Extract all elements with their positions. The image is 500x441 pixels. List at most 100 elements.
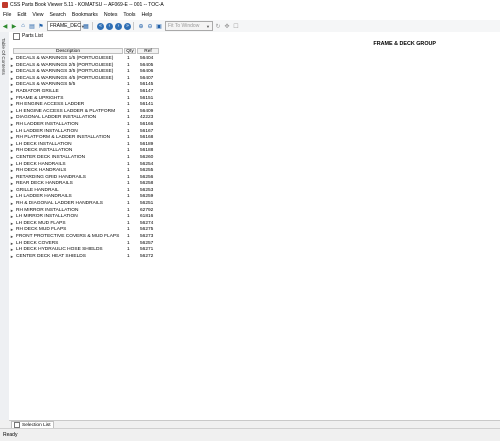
- expand-icon[interactable]: ►: [10, 241, 15, 246]
- menu-file[interactable]: File: [3, 12, 11, 18]
- row-ref: 56405: [140, 62, 154, 68]
- row-qty: 1: [127, 148, 130, 154]
- row-ref: 56259: [140, 194, 154, 200]
- expand-icon[interactable]: ►: [10, 169, 15, 173]
- table-row[interactable]: ► CENTER DECK HEAT SHIELDS 1 56272: [9, 254, 169, 261]
- expand-icon[interactable]: ►: [10, 136, 15, 140]
- menu-notes[interactable]: Notes: [104, 12, 118, 18]
- menu-search[interactable]: Search: [49, 12, 65, 18]
- column-header-ref[interactable]: Ref: [137, 48, 159, 54]
- table-row[interactable]: ► CENTER DECK INSTALLATION 1 56260: [9, 155, 169, 162]
- table-row[interactable]: ► RH & DIAGONAL LADDER HANDRAILS 1 56251: [9, 201, 169, 208]
- expand-icon[interactable]: ►: [10, 162, 15, 167]
- zoom-combo[interactable]: Fit To Window ▼: [165, 21, 213, 31]
- expand-icon[interactable]: ►: [10, 155, 15, 160]
- row-qty: 1: [127, 75, 130, 81]
- table-row[interactable]: ► RH PLATFORM & LADDER INSTALLATION 1 56168: [9, 135, 169, 142]
- expand-icon[interactable]: ►: [10, 129, 15, 134]
- row-ref: 56253: [140, 187, 154, 193]
- last-page-icon[interactable]: »: [124, 22, 131, 30]
- menu-view[interactable]: View: [32, 12, 43, 18]
- table-row[interactable]: ► RH LADDER INSTALLATION 1 56166: [9, 122, 169, 129]
- expand-icon[interactable]: ►: [10, 70, 15, 74]
- expand-icon[interactable]: ►: [10, 221, 15, 226]
- expand-icon[interactable]: ►: [10, 235, 15, 239]
- expand-icon[interactable]: ►: [10, 109, 15, 114]
- zoom-out-icon[interactable]: ⊖: [146, 22, 154, 30]
- expand-icon[interactable]: ►: [10, 188, 15, 193]
- expand-icon[interactable]: ►: [10, 215, 15, 219]
- table-row[interactable]: ► REAR DECK HANDRAILS 1 56258: [9, 181, 169, 188]
- group-header: FRAME & DECK GROUP: [9, 40, 500, 48]
- row-qty: 1: [127, 108, 130, 114]
- table-row[interactable]: ► RH DECK HANDRAILS 1 56255: [9, 168, 169, 175]
- row-qty: 1: [127, 88, 130, 94]
- expand-icon[interactable]: ►: [10, 208, 15, 213]
- parts-list-table: Description Qty Ref ► DECALS & WARNINGS 1…: [9, 48, 500, 420]
- page-combo[interactable]: FRAME_DEC ▼: [47, 21, 85, 31]
- table-row[interactable]: ► FRONT PROTECTIVE COVERS & MUD FLAPS 1 562…: [9, 234, 169, 241]
- menu-help[interactable]: Help: [142, 12, 153, 18]
- row-description: CENTER DECK HEAT SHIELDS: [16, 253, 86, 259]
- menu-edit[interactable]: Edit: [17, 12, 26, 18]
- menu-bookmarks[interactable]: Bookmarks: [72, 12, 98, 18]
- column-header-description[interactable]: Description: [13, 48, 123, 54]
- expand-icon[interactable]: ►: [10, 202, 15, 206]
- expand-icon[interactable]: ►: [10, 254, 15, 259]
- table-row[interactable]: ► DECALS & WARNINGS 1/5 (PORTUGUESE) 1 5640…: [9, 56, 169, 63]
- table-row[interactable]: ► RH DECK INSTALLATION 1 56188: [9, 148, 169, 155]
- menu-tools[interactable]: Tools: [123, 12, 135, 18]
- previous-page-icon[interactable]: ‹: [106, 22, 113, 30]
- table-row[interactable]: ► RH ENGINE ACCESS LADDER 1 56141: [9, 102, 169, 109]
- expand-icon[interactable]: ►: [10, 122, 15, 127]
- select-icon[interactable]: ☐: [232, 22, 240, 30]
- expand-icon[interactable]: ►: [10, 228, 15, 232]
- home-icon[interactable]: ⌂: [19, 22, 27, 30]
- table-row[interactable]: ► RADIATOR GRILLE 1 56147: [9, 89, 169, 96]
- row-description: DECALS & WARNINGS 1/5 (PORTUGUESE): [16, 56, 114, 61]
- expand-icon[interactable]: ►: [10, 116, 15, 120]
- expand-icon[interactable]: ►: [10, 76, 15, 81]
- expand-icon[interactable]: ►: [10, 175, 15, 180]
- expand-icon[interactable]: ►: [10, 83, 15, 87]
- expand-icon[interactable]: ►: [10, 103, 15, 107]
- row-ref: 56273: [140, 234, 154, 240]
- back-icon[interactable]: ◀: [1, 22, 9, 30]
- expand-icon[interactable]: ►: [10, 142, 15, 147]
- parts-list-title: Parts List: [22, 33, 43, 39]
- expand-icon[interactable]: ►: [10, 89, 15, 94]
- row-description: FRAME & UPRIGHTS: [16, 95, 64, 101]
- zoom-in-icon[interactable]: ⊕: [137, 22, 145, 30]
- next-page-icon[interactable]: ›: [115, 22, 122, 30]
- table-row[interactable]: ► DECALS & WARNINGS 5/5 1 56145: [9, 82, 169, 89]
- expand-icon[interactable]: ►: [10, 63, 15, 68]
- expand-icon[interactable]: ►: [10, 96, 15, 101]
- forward-icon[interactable]: ▶: [10, 22, 18, 30]
- expand-icon[interactable]: ►: [10, 149, 15, 153]
- print-icon[interactable]: ▤: [28, 22, 36, 30]
- table-row[interactable]: ► LH DECK HYDRAULIC HOSE SHIELDS 1 56271: [9, 247, 169, 254]
- row-ref: 56257: [140, 240, 154, 246]
- row-qty: 1: [127, 240, 130, 246]
- first-page-icon[interactable]: «: [97, 22, 104, 30]
- table-row[interactable]: ► DECALS & WARNINGS 3/5 (PORTUGUESE) 1 5640…: [9, 69, 169, 76]
- table-row[interactable]: ► LH MIRROR INSTALLATION 1 61816: [9, 214, 169, 221]
- row-qty: 1: [127, 181, 130, 187]
- expand-icon[interactable]: ►: [10, 248, 15, 252]
- column-header-qty[interactable]: Qty: [124, 48, 136, 54]
- table-row[interactable]: ► DIAGONAL LADDER INSTALLATION 1 42223: [9, 115, 169, 122]
- zoom-fit-icon[interactable]: ▣: [155, 22, 163, 30]
- row-ref: 56272: [140, 253, 154, 259]
- row-qty: 1: [127, 253, 130, 259]
- grid-icon[interactable]: ▦: [82, 22, 90, 30]
- pan-icon[interactable]: ✥: [223, 22, 231, 30]
- rotate-icon[interactable]: ↻: [214, 22, 222, 30]
- row-qty: 1: [127, 82, 130, 88]
- bookmark-icon[interactable]: ⚑: [37, 22, 45, 30]
- expand-icon[interactable]: ►: [10, 182, 15, 186]
- row-description: REAR DECK HANDRAILS: [16, 181, 73, 187]
- expand-icon[interactable]: ►: [10, 195, 15, 199]
- row-ref: 56407: [140, 75, 154, 81]
- group-title: FRAME & DECK GROUP: [373, 41, 436, 47]
- expand-icon[interactable]: ►: [10, 57, 15, 61]
